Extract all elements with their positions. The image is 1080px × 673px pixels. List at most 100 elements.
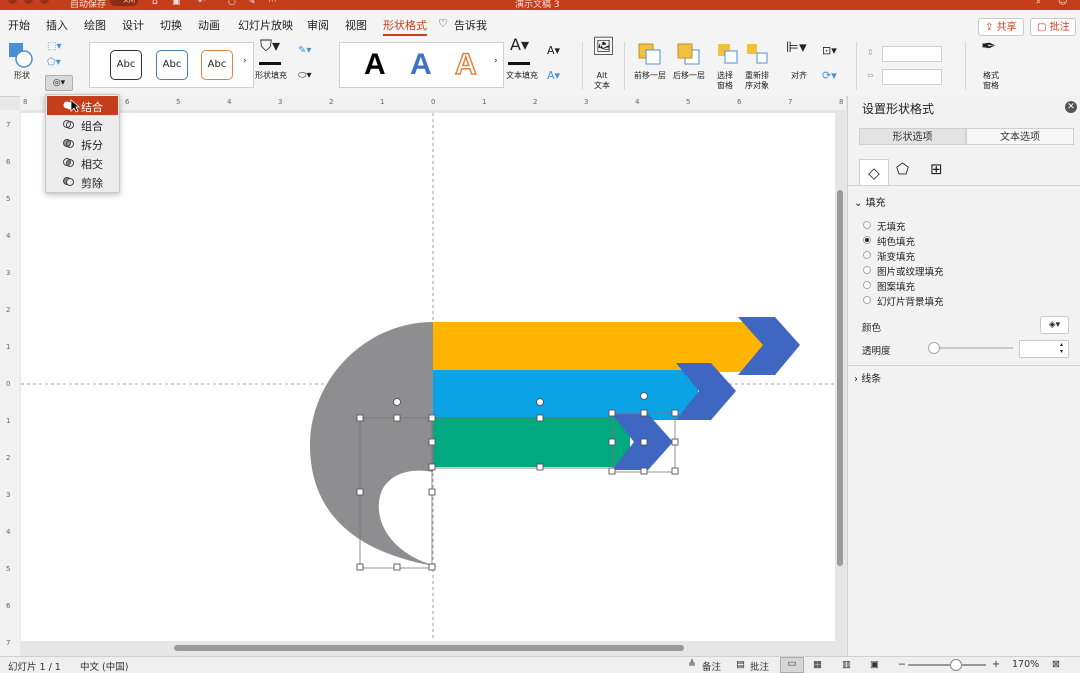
transparency-slider-thumb[interactable] — [928, 342, 940, 354]
text-outline-icon[interactable]: A▾ — [547, 45, 560, 56]
shape-outline-icon[interactable]: ✎▾ — [298, 46, 311, 56]
tab-shape-format[interactable]: 形状格式 — [383, 17, 427, 36]
gray-arc-shape[interactable] — [310, 322, 440, 567]
radio-solid-fill[interactable] — [863, 236, 871, 244]
menu-item-combine[interactable]: 组合 — [47, 115, 118, 134]
tab-draw[interactable]: 绘图 — [84, 17, 106, 33]
alt-text-icon[interactable]: 🖼 — [592, 38, 615, 56]
zoom-out-icon[interactable]: − — [898, 659, 906, 670]
menu-item-intersect[interactable]: 相交 — [47, 153, 118, 172]
tab-animations[interactable]: 动画 — [198, 17, 220, 33]
notes-icon[interactable]: ≜ — [688, 659, 696, 670]
shape-fill-label[interactable]: 形状填充 — [255, 71, 287, 81]
effects-tab-icon[interactable]: ⬠ — [896, 160, 909, 178]
textbox-icon[interactable]: ⬚▾ — [47, 42, 61, 52]
alt-text-label[interactable]: Alt 文本 — [594, 71, 610, 91]
tab-text-options[interactable]: 文本选项 — [966, 128, 1074, 145]
fill-section-header[interactable]: ⌄ 填充 — [854, 194, 886, 209]
selection-pane-label[interactable]: 选择 窗格 — [717, 71, 733, 91]
format-pane-label[interactable]: 格式 窗格 — [983, 71, 999, 91]
size-properties-tab-icon[interactable]: ⊞ — [930, 160, 943, 178]
menu-item-fragment[interactable]: 拆分 — [47, 134, 118, 153]
send-backward-icon[interactable] — [677, 43, 701, 65]
edit-icon[interactable]: ✎ — [248, 0, 256, 7]
style-sample-blue[interactable]: Abc — [156, 50, 188, 80]
tab-shape-options[interactable]: 形状选项 — [859, 128, 966, 145]
language-indicator[interactable]: 中文 (中国) — [80, 659, 128, 673]
redo-icon[interactable]: ○ — [228, 0, 236, 7]
wordart-sample-blue[interactable]: A — [410, 50, 432, 80]
line-section-header[interactable]: › 线条 — [854, 370, 881, 385]
shapes-icon[interactable] — [8, 42, 34, 68]
align-label[interactable]: 对齐 — [791, 71, 807, 81]
more-icon[interactable]: ··· — [268, 0, 277, 7]
tab-design[interactable]: 设计 — [122, 17, 144, 33]
yellow-bar[interactable] — [433, 322, 763, 372]
zoom-slider-thumb[interactable] — [950, 659, 962, 671]
style-sample-orange[interactable]: Abc — [201, 50, 233, 80]
wordart-sample-black[interactable]: A — [364, 50, 386, 80]
transparency-slider-track[interactable] — [933, 347, 1013, 349]
selection-pane-icon[interactable] — [717, 43, 739, 65]
save-icon[interactable]: ▣ — [172, 0, 181, 7]
slide-sorter-icon[interactable]: ▦ — [813, 659, 822, 670]
radio-slide-background-fill[interactable] — [863, 296, 871, 304]
zoom-slider-track[interactable] — [908, 664, 986, 666]
stepper-icon[interactable]: ▴ ▾ — [1060, 341, 1063, 355]
bring-forward-label[interactable]: 前移一层 — [634, 71, 666, 81]
tab-view[interactable]: 视图 — [345, 17, 367, 33]
normal-view-icon[interactable]: ▭ — [780, 657, 804, 673]
comments-status-button[interactable]: 批注 — [750, 659, 769, 673]
reorder-label[interactable]: 重新排 序对象 — [745, 71, 769, 91]
color-picker-button[interactable]: ◈▾ — [1040, 316, 1069, 334]
home-icon[interactable]: ⌂ — [152, 0, 158, 7]
horizontal-scrollbar[interactable] — [174, 645, 684, 651]
radio-no-fill[interactable] — [863, 221, 871, 229]
share-button[interactable]: ⇪ 共享 — [978, 18, 1024, 36]
account-icon[interactable]: ☺ — [1058, 0, 1067, 7]
wordart-more-icon[interactable]: › — [494, 56, 498, 66]
comments-status-icon[interactable]: ▤ — [736, 659, 745, 670]
zoom-dot[interactable] — [40, 0, 49, 4]
fit-to-window-icon[interactable]: ⊠ — [1052, 659, 1060, 670]
style-sample-dark[interactable]: Abc — [110, 50, 142, 80]
search-icon[interactable]: ⌕ — [1036, 0, 1041, 7]
edit-shape-icon[interactable]: ⬠▾ — [47, 58, 61, 68]
bring-forward-icon[interactable] — [638, 43, 662, 65]
text-fill-icon[interactable]: A▾ — [510, 37, 529, 53]
notes-button[interactable]: 备注 — [702, 659, 721, 673]
radio-picture-fill[interactable] — [863, 266, 871, 274]
comments-button[interactable]: ▢ 批注 — [1030, 18, 1076, 36]
blue-bar[interactable] — [433, 370, 698, 420]
autosave-toggle[interactable]: 关闭 — [110, 0, 138, 6]
send-backward-label[interactable]: 后移一层 — [673, 71, 705, 81]
vertical-scrollbar[interactable] — [837, 190, 843, 566]
tab-review[interactable]: 审阅 — [307, 17, 329, 33]
wordart-sample-orange[interactable]: A — [454, 49, 477, 81]
tab-transitions[interactable]: 切换 — [160, 17, 182, 33]
fill-line-tab-icon[interactable]: ◇ — [859, 159, 889, 186]
menu-item-union[interactable]: 结合 — [47, 96, 118, 115]
undo-icon[interactable]: ↶ — [198, 0, 206, 7]
tab-home[interactable]: 开始 — [8, 17, 30, 33]
shape-effects-icon[interactable]: ⬭▾ — [298, 71, 312, 81]
close-dot[interactable] — [8, 0, 17, 4]
height-field[interactable] — [882, 46, 942, 62]
slideshow-icon[interactable]: ▣ — [870, 659, 879, 670]
menu-item-subtract[interactable]: 剪除 — [47, 172, 118, 191]
merge-shapes-button[interactable]: ◎▾ — [45, 75, 73, 91]
radio-pattern-fill[interactable] — [863, 281, 871, 289]
text-effects-icon[interactable]: A▾ — [547, 70, 560, 81]
zoom-level[interactable]: 170% — [1012, 659, 1039, 670]
gallery-more-icon[interactable]: › — [243, 56, 247, 66]
shape-fill-icon[interactable]: ⛉▾ — [260, 38, 280, 54]
green-bar[interactable] — [433, 417, 630, 467]
transparency-input[interactable]: ▴ ▾ — [1019, 340, 1069, 358]
zoom-in-icon[interactable]: + — [992, 659, 1000, 670]
reorder-icon[interactable] — [746, 43, 770, 65]
shape-label[interactable]: 形状 — [14, 71, 30, 81]
text-fill-label[interactable]: 文本填充 — [506, 71, 538, 81]
close-panel-icon[interactable]: ✕ — [1065, 101, 1077, 113]
reading-view-icon[interactable]: ▥ — [842, 659, 851, 670]
align-icon[interactable]: ⊫▾ — [786, 40, 807, 55]
